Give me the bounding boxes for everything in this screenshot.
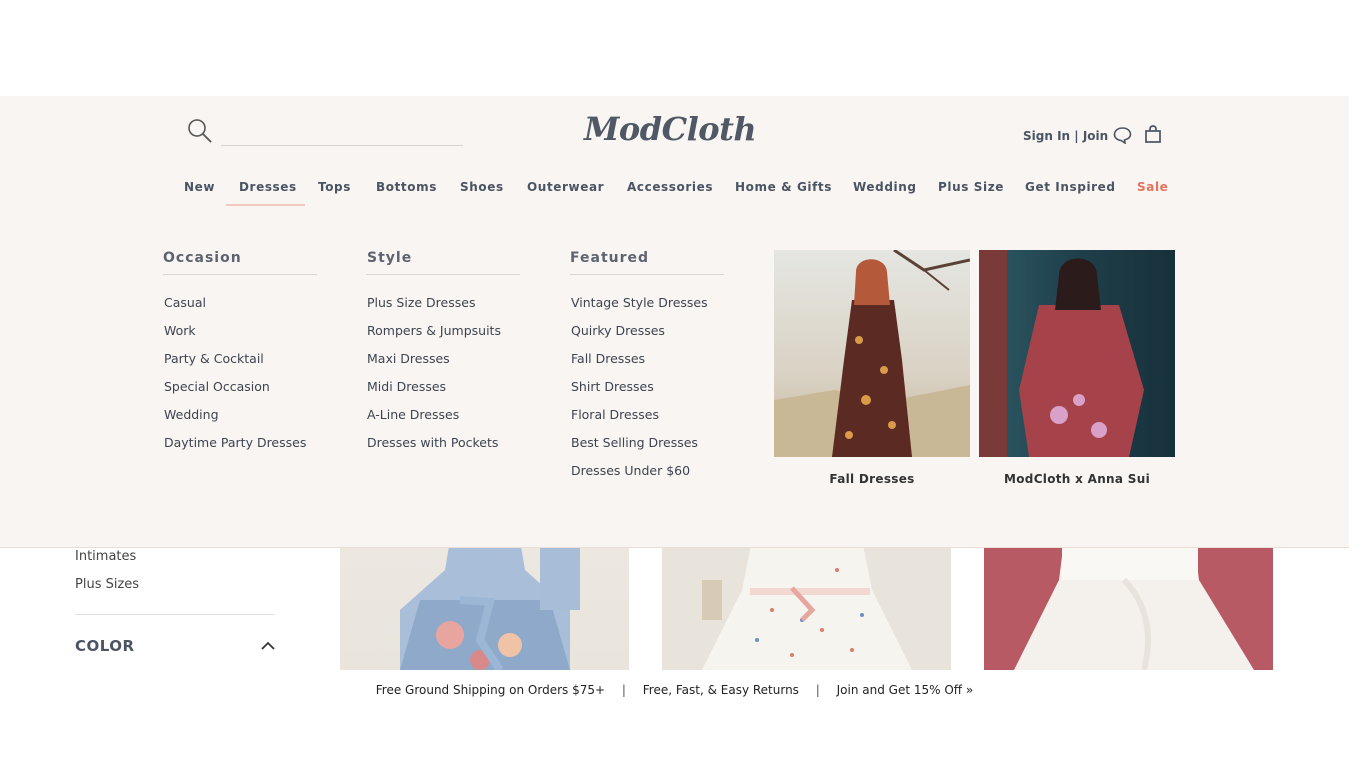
shipping-promo-bar: Free Ground Shipping on Orders $75+ | Fr… <box>0 683 1349 697</box>
product-image-2[interactable] <box>662 540 951 670</box>
promo-image-anna-sui[interactable] <box>979 250 1175 457</box>
menu-link-special-occasion[interactable]: Special Occasion <box>164 379 270 394</box>
column-divider <box>366 274 520 275</box>
menu-link-quirky[interactable]: Quirky Dresses <box>571 323 665 338</box>
menu-link-floral-dresses[interactable]: Floral Dresses <box>571 407 659 422</box>
sign-in-join-link[interactable]: Sign In | Join <box>1023 129 1108 143</box>
menu-link-casual[interactable]: Casual <box>164 295 206 310</box>
nav-home-gifts[interactable]: Home & Gifts <box>735 180 832 194</box>
menu-link-wedding[interactable]: Wedding <box>164 407 219 422</box>
filter-item-intimates[interactable]: Intimates <box>75 549 136 564</box>
menu-link-vintage[interactable]: Vintage Style Dresses <box>571 295 708 310</box>
nav-accessories[interactable]: Accessories <box>627 180 713 194</box>
active-nav-underline <box>226 204 305 206</box>
menu-link-daytime-party[interactable]: Daytime Party Dresses <box>164 435 306 450</box>
menu-link-under-60[interactable]: Dresses Under $60 <box>571 463 690 478</box>
page: Intimates Plus Sizes COLOR Free Ground S… <box>0 0 1366 768</box>
style-heading: Style <box>367 250 413 266</box>
column-divider <box>163 274 317 275</box>
nav-dresses[interactable]: Dresses <box>239 180 297 194</box>
menu-link-a-line-dresses[interactable]: A-Line Dresses <box>367 407 459 422</box>
chat-icon[interactable] <box>1113 126 1132 144</box>
search-icon[interactable] <box>187 118 213 144</box>
menu-link-work[interactable]: Work <box>164 323 196 338</box>
chevron-up-icon[interactable] <box>261 641 275 651</box>
nav-get-inspired[interactable]: Get Inspired <box>1025 180 1116 194</box>
search-input[interactable] <box>221 118 463 146</box>
filter-item-plus-sizes[interactable]: Plus Sizes <box>75 577 139 592</box>
nav-tops[interactable]: Tops <box>318 180 351 194</box>
menu-link-party-cocktail[interactable]: Party & Cocktail <box>164 351 264 366</box>
product-image-1[interactable] <box>340 540 629 670</box>
separator: | <box>621 683 626 697</box>
menu-link-rompers[interactable]: Rompers & Jumpsuits <box>367 323 501 338</box>
shopping-bag-icon[interactable] <box>1144 125 1162 143</box>
nav-sale[interactable]: Sale <box>1137 180 1168 194</box>
modcloth-logo[interactable]: ModCloth <box>584 110 757 148</box>
promo-caption-fall-dresses[interactable]: Fall Dresses <box>774 472 970 486</box>
occasion-heading: Occasion <box>163 250 242 266</box>
column-divider <box>570 274 724 275</box>
easy-returns-link[interactable]: Free, Fast, & Easy Returns <box>643 683 799 697</box>
menu-link-shirt-dresses[interactable]: Shirt Dresses <box>571 379 654 394</box>
menu-link-dresses-pockets[interactable]: Dresses with Pockets <box>367 435 498 450</box>
promo-caption-anna-sui[interactable]: ModCloth x Anna Sui <box>979 472 1175 486</box>
nav-plus-size[interactable]: Plus Size <box>938 180 1004 194</box>
promo-image-fall-dresses[interactable] <box>774 250 970 457</box>
nav-new[interactable]: New <box>184 180 215 194</box>
free-shipping-link[interactable]: Free Ground Shipping on Orders $75+ <box>376 683 605 697</box>
menu-link-plus-size-dresses[interactable]: Plus Size Dresses <box>367 295 475 310</box>
filter-divider <box>75 614 275 615</box>
nav-wedding[interactable]: Wedding <box>853 180 917 194</box>
nav-bottoms[interactable]: Bottoms <box>376 180 437 194</box>
menu-link-best-selling[interactable]: Best Selling Dresses <box>571 435 698 450</box>
separator: | <box>815 683 820 697</box>
color-filter-heading[interactable]: COLOR <box>75 637 135 655</box>
nav-outerwear[interactable]: Outerwear <box>527 180 604 194</box>
featured-heading: Featured <box>570 250 650 266</box>
product-image-3[interactable] <box>984 540 1273 670</box>
menu-link-fall-dresses[interactable]: Fall Dresses <box>571 351 645 366</box>
menu-link-maxi-dresses[interactable]: Maxi Dresses <box>367 351 450 366</box>
menu-link-midi-dresses[interactable]: Midi Dresses <box>367 379 446 394</box>
join-offer-link[interactable]: Join and Get 15% Off » <box>837 683 974 697</box>
nav-shoes[interactable]: Shoes <box>460 180 504 194</box>
